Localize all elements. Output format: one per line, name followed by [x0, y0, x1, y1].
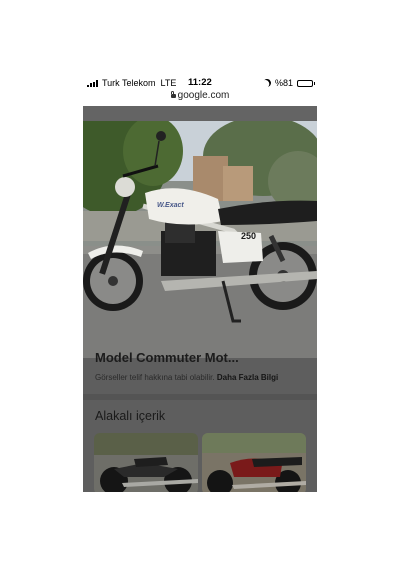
related-image-2	[202, 433, 306, 492]
battery-icon	[297, 79, 315, 87]
license-text: Görseller telif hakkına tabi olabilir.	[95, 373, 215, 382]
status-right: %81	[262, 78, 315, 89]
network-type: LTE	[160, 78, 177, 88]
signal-icon	[87, 79, 98, 87]
license-notice: Görseller telif hakkına tabi olabilir. D…	[95, 373, 278, 382]
carrier-name: Turk Telekom	[102, 78, 156, 88]
battery-percent: %81	[274, 78, 293, 88]
related-card-1[interactable]	[94, 433, 198, 492]
related-image-1	[94, 433, 198, 492]
status-time: 11:22	[188, 77, 212, 88]
related-heading: Alakalı içerik	[95, 409, 166, 423]
moon-icon	[262, 78, 273, 89]
lock-icon	[170, 91, 176, 98]
section-divider	[83, 394, 317, 400]
address-url: google.com	[177, 90, 230, 101]
photo-badge-text: 250	[241, 231, 257, 241]
photo-brand-text: W.Exact	[157, 202, 184, 209]
image-title[interactable]: Model Commuter Mot...	[95, 350, 239, 365]
image-viewer: Model Commuter Mot... Görseller telif ha…	[83, 106, 317, 492]
address-bar[interactable]: google.com	[83, 90, 317, 101]
status-bar: Turk Telekom LTE 11:22 %81 google.com	[83, 72, 317, 106]
status-left: Turk Telekom LTE	[87, 78, 176, 88]
motorcycle-photo[interactable]	[83, 121, 317, 358]
viewer-top-strip	[83, 106, 317, 121]
related-card-2[interactable]	[202, 433, 306, 492]
more-info-link[interactable]: Daha Fazla Bilgi	[217, 373, 278, 382]
